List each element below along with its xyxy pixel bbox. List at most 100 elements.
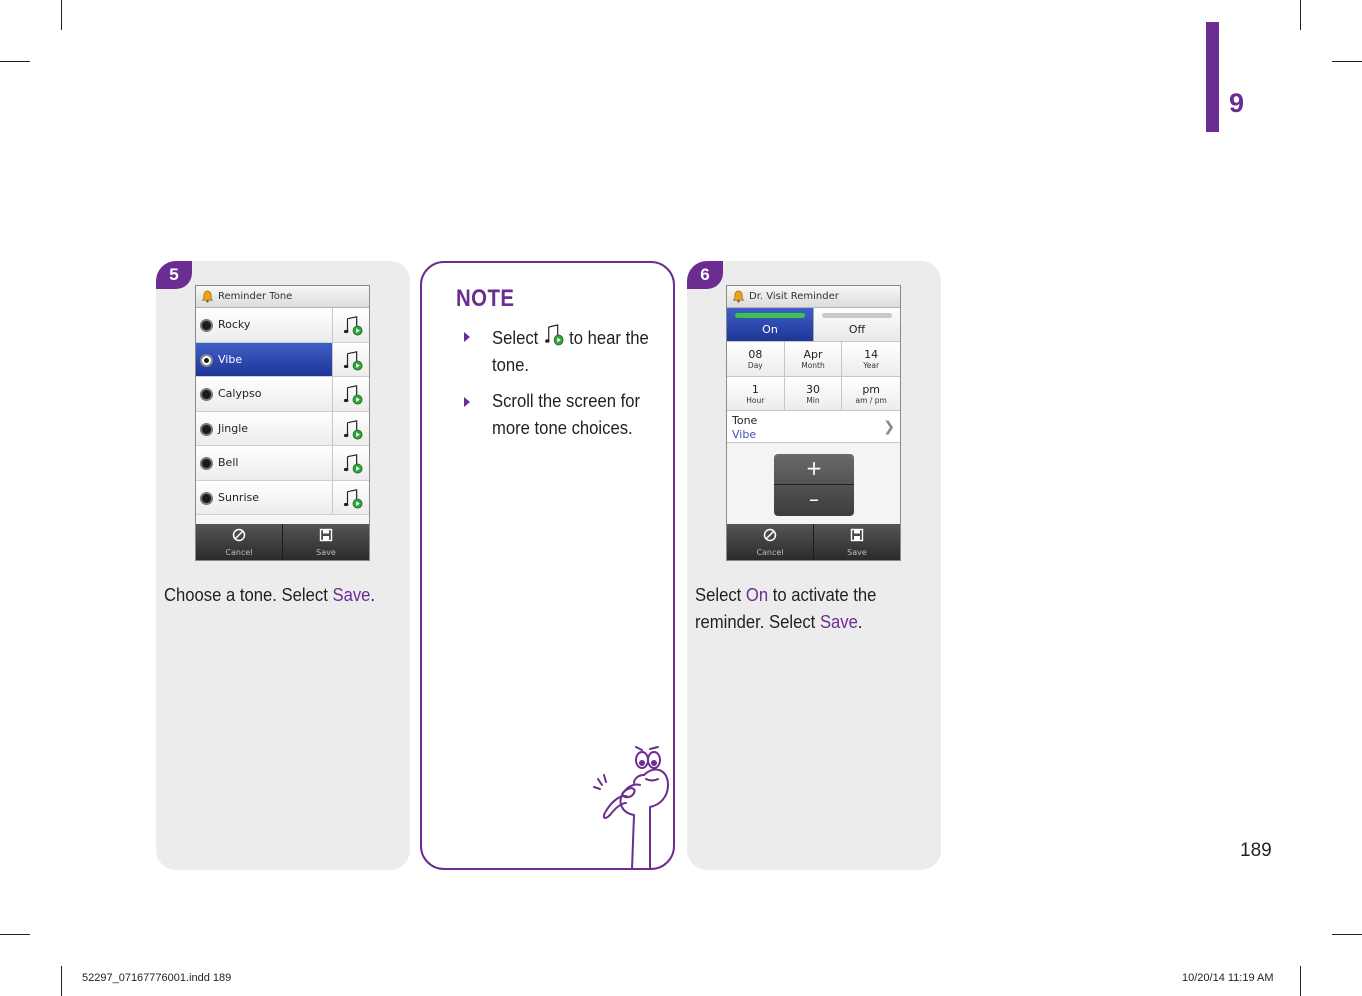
field-label: Min <box>806 395 820 405</box>
thinking-mascot-icon <box>593 746 669 870</box>
play-tone-icon <box>343 454 363 474</box>
off-button[interactable]: Off <box>814 308 900 341</box>
on-highlight: On <box>745 584 769 605</box>
tone-label: Sunrise <box>218 490 260 504</box>
step-5-instruction: Choose a tone. Select Save. <box>164 581 380 608</box>
tone-row[interactable]: Sunrise <box>196 480 369 515</box>
play-tone-button[interactable] <box>333 377 369 411</box>
radio-icon[interactable] <box>200 353 213 367</box>
date-time-field[interactable]: pm am / pm <box>842 376 900 411</box>
note-box: NOTE Select to hear the tone. Scroll the… <box>420 261 675 870</box>
tone-row[interactable]: Calypso <box>196 377 369 412</box>
bullet-icon <box>464 332 470 342</box>
tone-list: Rocky Vibe Calypso Jingle Bell Sunrise <box>196 308 369 515</box>
tone-row[interactable]: Bell <box>196 446 369 481</box>
screen-title-bar: Reminder Tone <box>196 286 369 308</box>
reminder-tone-screen: Reminder Tone Rocky Vibe Calypso Jingle Bell… <box>195 285 370 561</box>
tone-name-cell[interactable]: Jingle <box>196 411 333 445</box>
tone-field[interactable]: Tone Vibe ❯ <box>727 411 900 443</box>
radio-icon[interactable] <box>200 388 213 401</box>
increment-button[interactable]: + <box>774 454 854 485</box>
play-tone-icon <box>343 385 363 405</box>
save-label: Save <box>847 548 867 557</box>
on-button[interactable]: On <box>727 308 814 341</box>
instruction-text: reminder. Select <box>695 611 820 632</box>
date-time-field[interactable]: 30 Min <box>784 376 843 411</box>
page-number: 189 <box>1240 840 1272 861</box>
date-time-field[interactable]: 1 Hour <box>727 376 785 411</box>
step-6-instruction: Select On to activate the reminder. Sele… <box>695 581 911 635</box>
crop-mark <box>61 966 62 996</box>
tone-name-cell[interactable]: Vibe <box>196 342 333 376</box>
cancel-label: Cancel <box>225 548 253 557</box>
save-highlight: Save <box>819 611 858 632</box>
field-value: 30 <box>805 382 820 396</box>
off-indicator <box>822 313 892 318</box>
date-time-field[interactable]: Apr Month <box>784 342 843 377</box>
note-text: Scroll the screen for more tone choices. <box>492 390 641 438</box>
tone-name-cell[interactable]: Bell <box>196 446 333 480</box>
screen-title: Dr. Visit Reminder <box>749 291 839 302</box>
field-value: 14 <box>864 348 879 361</box>
tone-name-cell[interactable]: Sunrise <box>196 480 333 514</box>
field-label: Day <box>747 361 763 370</box>
save-icon <box>319 528 333 542</box>
slug-date: 10/20/14 11:19 AM <box>1182 972 1274 984</box>
on-off-toggle: On Off <box>727 308 900 342</box>
cancel-icon <box>763 528 777 542</box>
play-tone-button[interactable] <box>333 308 369 342</box>
play-tone-button[interactable] <box>333 412 369 446</box>
field-value: 08 <box>748 348 763 361</box>
note-list: Select to hear the tone. Scroll the scre… <box>464 323 664 451</box>
off-label: Off <box>848 323 866 336</box>
cancel-button[interactable]: Cancel <box>196 524 283 560</box>
save-button[interactable]: Save <box>814 524 900 560</box>
radio-icon[interactable] <box>200 491 213 505</box>
tone-name-cell[interactable]: Rocky <box>196 308 333 342</box>
crop-mark <box>1332 934 1362 935</box>
field-label: Year <box>863 361 880 370</box>
step-5-card: 5 Reminder Tone Rocky Vibe Calypso Jingle Be… <box>156 261 410 870</box>
crop-mark <box>1300 966 1301 996</box>
instruction-text: Choose a tone. Select <box>164 584 333 605</box>
radio-icon[interactable] <box>200 457 213 470</box>
date-time-field[interactable]: 14 Year <box>842 342 900 377</box>
cancel-icon <box>232 528 246 542</box>
play-tone-icon <box>343 350 363 371</box>
play-tone-icon <box>343 419 363 440</box>
tone-name-cell[interactable]: Calypso <box>196 377 333 411</box>
screen-button-bar: Cancel Save <box>727 524 900 560</box>
crop-mark <box>0 61 30 62</box>
play-tone-button[interactable] <box>333 343 369 377</box>
field-label: am / pm <box>855 395 887 405</box>
chevron-right-icon: ❯ <box>883 419 895 435</box>
radio-icon[interactable] <box>200 319 213 332</box>
play-tone-button[interactable] <box>333 481 369 515</box>
tone-row[interactable]: Rocky <box>196 308 369 343</box>
date-time-field[interactable]: 08 Day <box>727 342 785 377</box>
save-button[interactable]: Save <box>283 524 369 560</box>
radio-icon[interactable] <box>200 422 213 436</box>
tone-label: Rocky <box>218 318 251 331</box>
tone-row[interactable]: Vibe <box>196 342 369 377</box>
tone-field-value: Vibe <box>732 428 757 441</box>
dr-visit-reminder-screen: Dr. Visit Reminder On Off 08 Day Apr Month 1… <box>726 285 901 561</box>
screen-title: Reminder Tone <box>218 291 293 302</box>
play-tone-icon <box>343 316 363 336</box>
tone-row[interactable]: Jingle <box>196 411 369 446</box>
instruction-line: reminder. Select Save. <box>695 608 911 635</box>
value-stepper: + – <box>774 454 854 516</box>
note-item: Select to hear the tone. <box>464 323 664 378</box>
on-indicator <box>735 313 805 318</box>
instruction-line: Select On to activate the <box>695 581 911 608</box>
chapter-number: 9 <box>1229 88 1245 118</box>
save-highlight: Save <box>332 584 371 605</box>
cancel-button[interactable]: Cancel <box>727 524 814 560</box>
tone-label: Vibe <box>218 352 243 366</box>
play-tone-button[interactable] <box>333 446 369 480</box>
field-value: Apr <box>803 348 823 361</box>
decrement-button[interactable]: – <box>774 485 854 516</box>
step-badge: 5 <box>156 261 192 289</box>
save-icon <box>850 528 864 542</box>
slug-file: 52297_07167776001.indd 189 <box>82 972 232 984</box>
